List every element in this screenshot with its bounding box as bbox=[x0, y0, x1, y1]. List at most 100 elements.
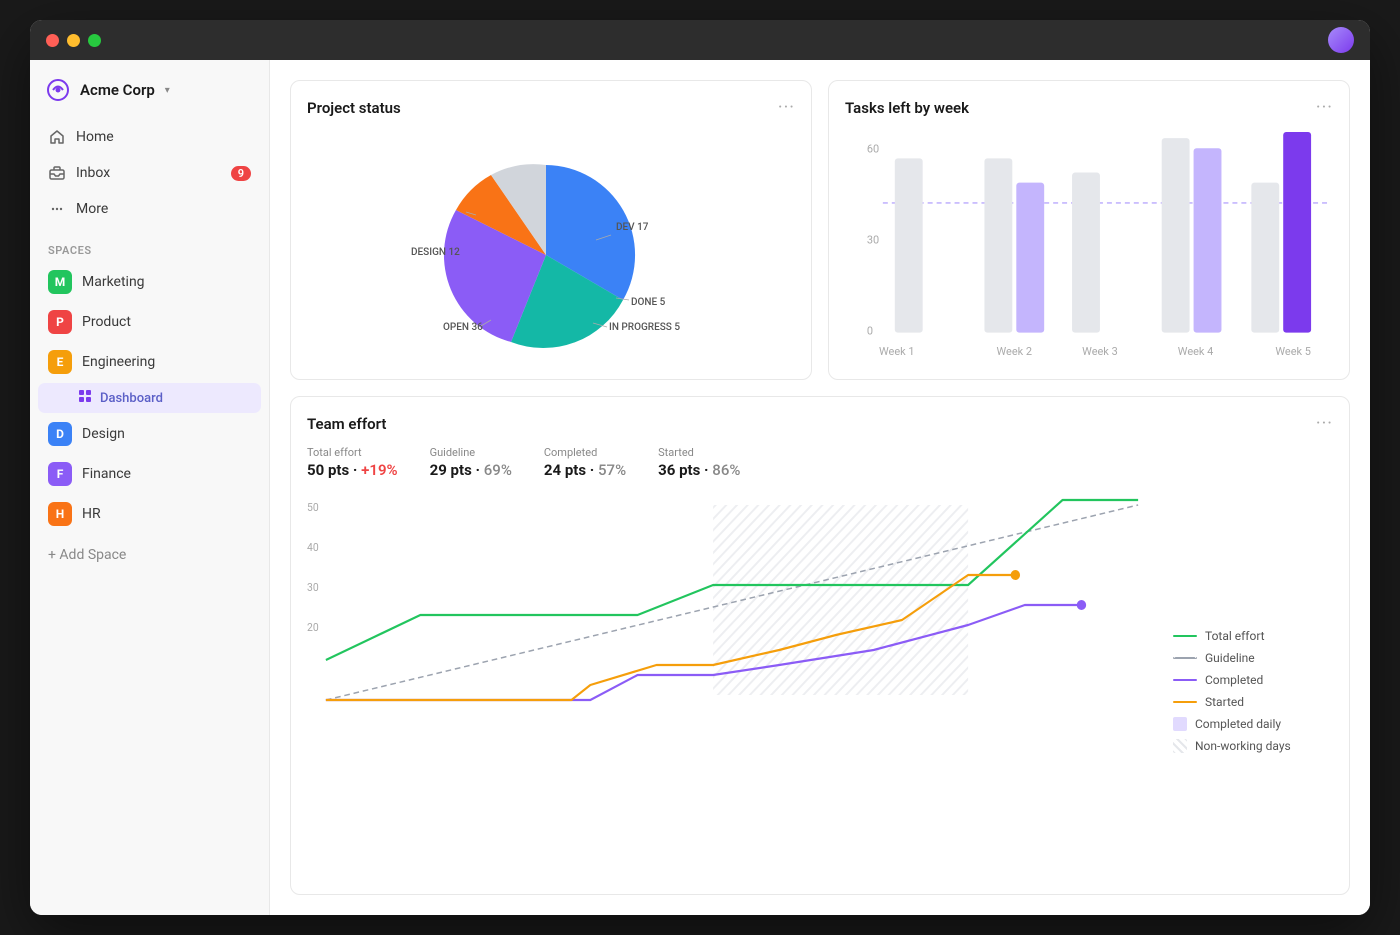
app-window: Acme Corp ▾ Home Inbox 9 bbox=[30, 20, 1370, 915]
tasks-week-header: Tasks left by week ··· bbox=[845, 97, 1333, 118]
completed-label: Completed bbox=[544, 446, 626, 459]
team-effort-title: Team effort bbox=[307, 415, 386, 433]
maximize-button[interactable] bbox=[88, 34, 101, 47]
minimize-button[interactable] bbox=[67, 34, 80, 47]
guideline-value: 29 pts · 69% bbox=[430, 461, 512, 479]
sidebar-item-inbox[interactable]: Inbox 9 bbox=[38, 156, 261, 190]
project-status-header: Project status ··· bbox=[307, 97, 795, 118]
svg-text:Week 2: Week 2 bbox=[997, 345, 1033, 358]
svg-text:30: 30 bbox=[307, 581, 319, 594]
sidebar-item-marketing[interactable]: M Marketing bbox=[38, 263, 261, 301]
marketing-label: Marketing bbox=[82, 274, 145, 290]
legend-label-total: Total effort bbox=[1205, 629, 1265, 643]
project-status-title: Project status bbox=[307, 99, 401, 117]
started-value: 36 pts · 86% bbox=[658, 461, 740, 479]
dashboard-icon bbox=[78, 389, 92, 407]
sidebar-item-home[interactable]: Home bbox=[38, 120, 261, 154]
line-chart-legend: Total effort Guideline Completed St bbox=[1173, 495, 1333, 878]
close-button[interactable] bbox=[46, 34, 59, 47]
project-status-card: Project status ··· bbox=[290, 80, 812, 380]
sidebar-brand[interactable]: Acme Corp ▾ bbox=[30, 60, 269, 116]
product-label: Product bbox=[82, 314, 131, 330]
team-effort-menu[interactable]: ··· bbox=[1316, 413, 1333, 434]
sidebar-item-hr[interactable]: H HR bbox=[38, 495, 261, 533]
finance-avatar: F bbox=[48, 462, 72, 486]
sidebar-item-design[interactable]: D Design bbox=[38, 415, 261, 453]
engineering-avatar: E bbox=[48, 350, 72, 374]
effort-stat-started: Started 36 pts · 86% bbox=[658, 446, 740, 479]
svg-text:DONE 5: DONE 5 bbox=[631, 297, 666, 308]
legend-completed: Completed bbox=[1173, 673, 1333, 687]
line-chart-svg: 50 40 30 20 bbox=[307, 495, 1157, 705]
completed-value: 24 pts · 57% bbox=[544, 461, 626, 479]
legend-guideline: Guideline bbox=[1173, 651, 1333, 665]
legend-label-daily: Completed daily bbox=[1195, 717, 1281, 731]
brand-chevron-icon: ▾ bbox=[165, 85, 170, 96]
tasks-week-menu[interactable]: ··· bbox=[1316, 97, 1333, 118]
brand-name: Acme Corp bbox=[80, 81, 155, 99]
project-status-menu[interactable]: ··· bbox=[778, 97, 795, 118]
legend-box-nonworking bbox=[1173, 739, 1187, 753]
add-space-button[interactable]: + Add Space bbox=[30, 539, 269, 571]
legend-total-effort: Total effort bbox=[1173, 629, 1333, 643]
svg-text:20: 20 bbox=[307, 621, 319, 634]
effort-stat-total: Total effort 50 pts · +19% bbox=[307, 446, 398, 479]
total-effort-label: Total effort bbox=[307, 446, 398, 459]
legend-non-working: Non-working days bbox=[1173, 739, 1333, 753]
effort-stats: Total effort 50 pts · +19% Guideline 29 … bbox=[307, 446, 1333, 479]
team-effort-card: Team effort ··· Total effort 50 pts · +1… bbox=[290, 396, 1350, 895]
user-avatar[interactable] bbox=[1328, 27, 1354, 53]
effort-main: 50 40 30 20 bbox=[307, 495, 1333, 878]
legend-completed-daily: Completed daily bbox=[1173, 717, 1333, 731]
sidebar: Acme Corp ▾ Home Inbox 9 bbox=[30, 60, 270, 915]
bar-chart-container: 60 30 0 bbox=[845, 130, 1333, 363]
started-label: Started bbox=[658, 446, 740, 459]
product-avatar: P bbox=[48, 310, 72, 334]
svg-text:IN PROGRESS 5: IN PROGRESS 5 bbox=[609, 322, 680, 333]
svg-text:0: 0 bbox=[867, 325, 873, 338]
legend-line-completed bbox=[1173, 679, 1197, 681]
more-icon bbox=[48, 200, 66, 218]
sidebar-item-product[interactable]: P Product bbox=[38, 303, 261, 341]
guideline-label: Guideline bbox=[430, 446, 512, 459]
svg-text:30: 30 bbox=[867, 233, 879, 246]
svg-text:Week 4: Week 4 bbox=[1178, 345, 1214, 358]
legend-label-started: Started bbox=[1205, 695, 1244, 709]
brand-icon bbox=[46, 78, 70, 102]
hr-avatar: H bbox=[48, 502, 72, 526]
tasks-week-card: Tasks left by week ··· 60 30 0 bbox=[828, 80, 1350, 380]
sidebar-item-dashboard[interactable]: Dashboard bbox=[38, 383, 261, 413]
sidebar-item-engineering[interactable]: E Engineering bbox=[38, 343, 261, 381]
titlebar bbox=[30, 20, 1370, 60]
bar-chart-svg: 60 30 0 bbox=[845, 130, 1333, 363]
more-label: More bbox=[76, 201, 108, 217]
legend-box-daily bbox=[1173, 717, 1187, 731]
svg-text:40: 40 bbox=[307, 541, 319, 554]
effort-stat-completed: Completed 24 pts · 57% bbox=[544, 446, 626, 479]
total-effort-value: 50 pts · +19% bbox=[307, 461, 398, 479]
effort-stat-guideline: Guideline 29 pts · 69% bbox=[430, 446, 512, 479]
svg-text:OPEN 36: OPEN 36 bbox=[443, 322, 483, 333]
design-avatar: D bbox=[48, 422, 72, 446]
main-content: Project status ··· bbox=[270, 60, 1370, 915]
legend-dash-guideline bbox=[1173, 657, 1197, 659]
sidebar-item-finance[interactable]: F Finance bbox=[38, 455, 261, 493]
svg-text:60: 60 bbox=[867, 142, 879, 155]
legend-label-completed: Completed bbox=[1205, 673, 1263, 687]
design-label: Design bbox=[82, 426, 125, 442]
team-effort-header: Team effort ··· bbox=[307, 413, 1333, 434]
home-icon bbox=[48, 128, 66, 146]
pie-chart-container: DEV 17 DONE 5 IN PROGRESS 5 OPEN 36 DESI… bbox=[307, 130, 795, 370]
engineering-label: Engineering bbox=[82, 354, 155, 370]
home-label: Home bbox=[76, 129, 114, 145]
spaces-section-label: Spaces bbox=[30, 232, 269, 263]
line-chart-area: 50 40 30 20 bbox=[307, 495, 1157, 878]
pie-chart: DEV 17 DONE 5 IN PROGRESS 5 OPEN 36 DESI… bbox=[391, 130, 711, 370]
legend-line-started bbox=[1173, 701, 1197, 703]
add-space-label: + Add Space bbox=[48, 547, 126, 563]
dashboard-label: Dashboard bbox=[100, 391, 163, 406]
marketing-avatar: M bbox=[48, 270, 72, 294]
inbox-icon bbox=[48, 164, 66, 182]
sidebar-item-more[interactable]: More bbox=[38, 192, 261, 226]
svg-text:Week 3: Week 3 bbox=[1082, 345, 1118, 358]
